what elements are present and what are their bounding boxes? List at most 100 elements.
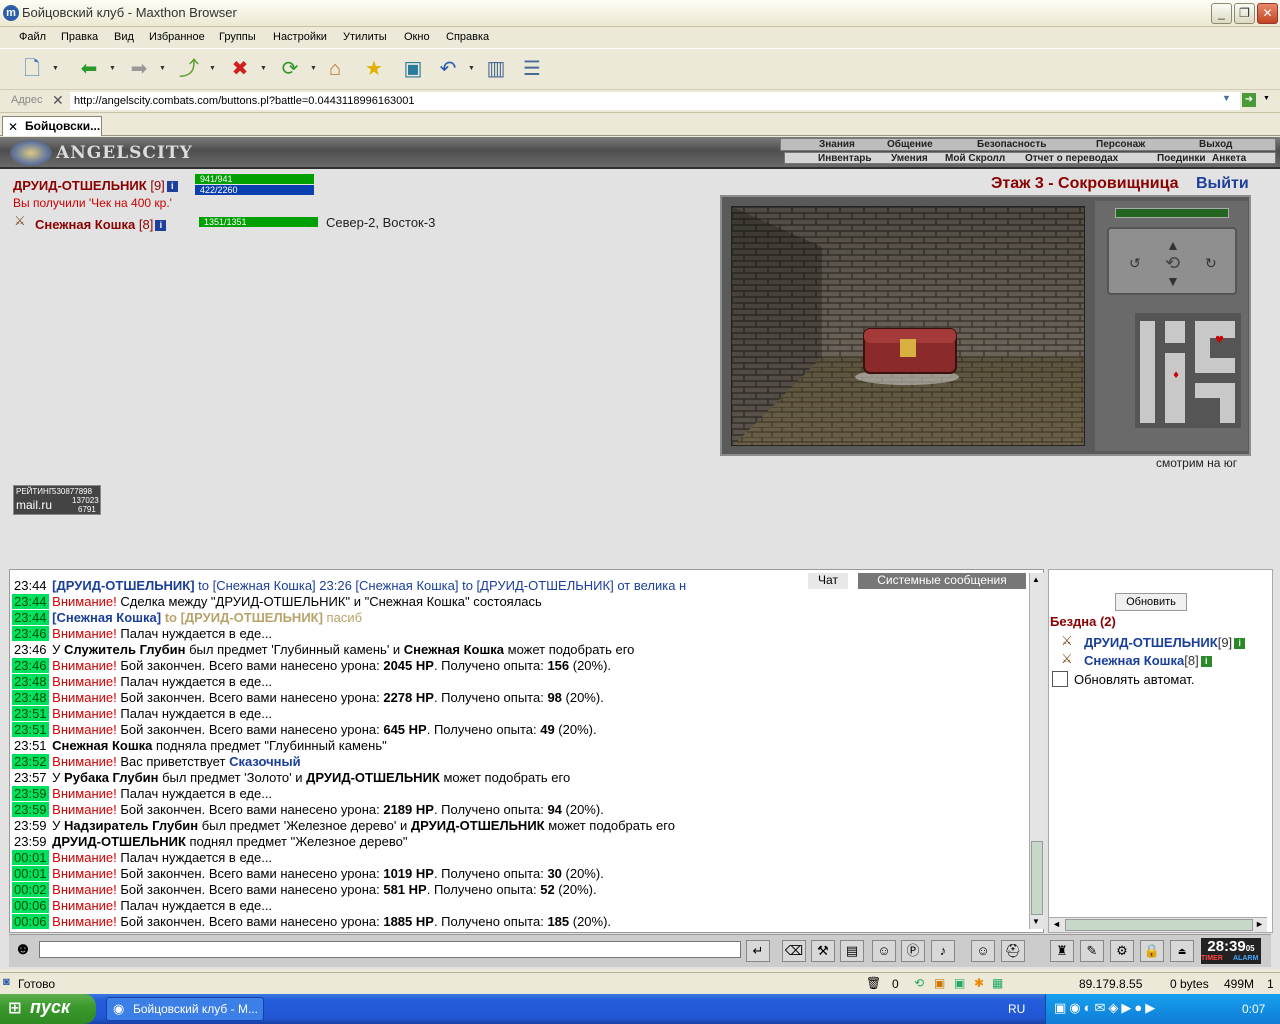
auto-refresh-checkbox[interactable]: [1052, 671, 1068, 687]
chat-timestamp[interactable]: 23:59: [12, 818, 49, 833]
chat-timestamp[interactable]: 23:46: [12, 642, 49, 657]
chat-timestamp[interactable]: 23:57: [12, 770, 49, 785]
nav-skills[interactable]: Умения: [891, 153, 928, 164]
chat-text[interactable]: Сказочный: [229, 754, 301, 769]
chevron-down-icon[interactable]: ▼: [260, 65, 267, 72]
online-user[interactable]: ДРУИД-ОТШЕЛЬНИК[9] i: [1084, 635, 1246, 650]
smiles-icon[interactable]: ☺: [971, 940, 995, 962]
columns-icon[interactable]: ▥: [482, 55, 510, 83]
dungeon-view[interactable]: [731, 206, 1085, 446]
lock-icon[interactable]: 🔒: [1140, 940, 1164, 962]
scroll-right-icon[interactable]: ►: [1255, 919, 1264, 929]
chat-timestamp[interactable]: 23:59: [12, 802, 49, 817]
chat-timestamp[interactable]: 00:06: [12, 898, 49, 913]
refresh-icon[interactable]: ⟳: [276, 55, 304, 83]
nav-my-scroll[interactable]: Мой Скролл: [945, 153, 1005, 164]
nav-inventory[interactable]: Инвентарь: [818, 153, 872, 164]
online-hscrollbar[interactable]: ◄ ►: [1049, 917, 1267, 932]
refresh-icon[interactable]: ⟲: [1165, 253, 1180, 274]
home-icon[interactable]: ⌂: [321, 55, 349, 83]
rating-counter[interactable]: РЕЙТИНГ 530877898 mail.ru 137023 6791: [13, 485, 101, 515]
menu-utilities[interactable]: Утилиты: [343, 31, 387, 43]
turn-right-icon[interactable]: ↻: [1205, 255, 1217, 272]
nav-knowledge[interactable]: Знания: [819, 139, 855, 150]
sidebar-icon[interactable]: ☰: [518, 55, 546, 83]
arrow-down-icon[interactable]: ▼: [1166, 273, 1180, 289]
nav-battles[interactable]: Поединки: [1157, 153, 1206, 164]
partner-name[interactable]: Снежная Кошка [8] i: [35, 217, 167, 232]
chat-timestamp[interactable]: 23:51: [12, 706, 49, 721]
info-icon[interactable]: i: [166, 181, 178, 193]
nav-character[interactable]: Персонаж: [1096, 139, 1145, 150]
chat-input[interactable]: [39, 941, 741, 958]
exit-icon[interactable]: ⏏: [1170, 940, 1194, 962]
up-icon[interactable]: ⤴: [175, 55, 203, 83]
send-icon[interactable]: ↵: [746, 940, 770, 962]
sound-icon[interactable]: ♪: [931, 940, 955, 962]
chat-timestamp[interactable]: 23:51: [12, 722, 49, 737]
chevron-down-icon[interactable]: ▼: [52, 65, 59, 72]
chat-timestamp[interactable]: 00:02: [12, 882, 49, 897]
info-icon[interactable]: i: [1200, 656, 1212, 668]
translit-icon[interactable]: Ⓟ: [901, 940, 925, 962]
menu-groups[interactable]: Группы: [219, 31, 256, 43]
scroll-up-icon[interactable]: ▲: [1032, 575, 1040, 584]
trash-icon[interactable]: 🗑: [866, 976, 881, 990]
scroll-left-icon[interactable]: ◄: [1052, 919, 1061, 929]
online-user[interactable]: Снежная Кошка[8] i: [1084, 653, 1212, 668]
chat-timestamp[interactable]: 23:46: [12, 658, 49, 673]
language-indicator[interactable]: RU: [1008, 1002, 1025, 1016]
chevron-down-icon[interactable]: ▼: [1263, 95, 1270, 102]
scroll-thumb[interactable]: [1031, 841, 1043, 915]
chevron-down-icon[interactable]: ▼: [468, 65, 475, 72]
minimize-button[interactable]: _: [1211, 3, 1232, 24]
stop-icon[interactable]: ✖: [226, 55, 254, 83]
favorites-star-icon[interactable]: ★: [360, 55, 388, 83]
character-name[interactable]: ДРУИД-ОТШЕЛЬНИК [9] i: [13, 178, 178, 193]
tray-icons[interactable]: ▣◉◐✉◈▶●▶: [1054, 1000, 1158, 1016]
arrow-up-icon[interactable]: ▲: [1166, 237, 1180, 253]
chat-text[interactable]: [ДРУИД-ОТШЕЛЬНИК]: [52, 578, 194, 593]
filter-icon[interactable]: ⚒: [811, 940, 835, 962]
info-icon[interactable]: i: [1234, 638, 1246, 650]
nav-security[interactable]: Безопасность: [977, 139, 1046, 150]
chat-timestamp[interactable]: 00:01: [12, 850, 49, 865]
chat-text[interactable]: [Снежная Кошка]: [52, 610, 161, 625]
taskbar-item-browser[interactable]: ◉ Бойцовский клуб - M...: [106, 997, 264, 1021]
forward-icon[interactable]: ➡: [125, 55, 153, 83]
chat-timestamp[interactable]: 23:52: [12, 754, 49, 769]
chat-timestamp[interactable]: 23:44: [12, 610, 49, 625]
chat-timestamp[interactable]: 00:01: [12, 866, 49, 881]
chat-log[interactable]: 23:44 [ДРУИД-ОТШЕЛЬНИК] to [Снежная Кошк…: [9, 569, 1044, 933]
scroll-icon[interactable]: ✎: [1080, 940, 1104, 962]
tab-combats[interactable]: ✕ Бойцовски...: [2, 116, 102, 136]
settings-icon[interactable]: ⚙: [1110, 940, 1134, 962]
chat-scrollbar[interactable]: ▲ ▼: [1029, 573, 1044, 929]
maximize-button[interactable]: ❐: [1234, 3, 1255, 24]
nav-exit[interactable]: Выход: [1199, 139, 1232, 150]
chat-timestamp[interactable]: 23:44: [12, 578, 49, 593]
exit-link[interactable]: Выйти: [1196, 175, 1249, 193]
chevron-down-icon[interactable]: ▼: [310, 65, 317, 72]
menu-favorites[interactable]: Избранное: [149, 31, 205, 43]
ad-block-icon[interactable]: ▣: [954, 976, 965, 990]
chevron-down-icon[interactable]: ▼: [109, 65, 116, 72]
alarm-button[interactable]: ALARM: [1233, 955, 1258, 962]
save-icon[interactable]: ▤: [840, 940, 864, 962]
start-button[interactable]: ⊞ пуск: [0, 994, 96, 1024]
chat-timestamp[interactable]: 23:48: [12, 674, 49, 689]
person-icon[interactable]: ☺: [872, 940, 896, 962]
chevron-down-icon[interactable]: ▼: [209, 65, 216, 72]
chat-timestamp[interactable]: 23:48: [12, 690, 49, 705]
network-icon[interactable]: ⟲: [914, 976, 924, 990]
eraser-icon[interactable]: ⌫: [782, 940, 806, 962]
go-arrow-icon[interactable]: ➜: [1242, 93, 1256, 107]
smiley-menu-icon[interactable]: ☻: [14, 939, 32, 959]
clan-icon[interactable]: ♜: [1050, 940, 1074, 962]
chat-timestamp[interactable]: 23:44: [12, 594, 49, 609]
chevron-down-icon[interactable]: ▼: [1222, 93, 1231, 103]
nav-transfers[interactable]: Отчет о переводах: [1025, 153, 1118, 164]
tab-chat[interactable]: Чат: [808, 573, 848, 589]
refresh-button[interactable]: Обновить: [1115, 593, 1187, 611]
back-icon[interactable]: ⬅: [75, 55, 103, 83]
